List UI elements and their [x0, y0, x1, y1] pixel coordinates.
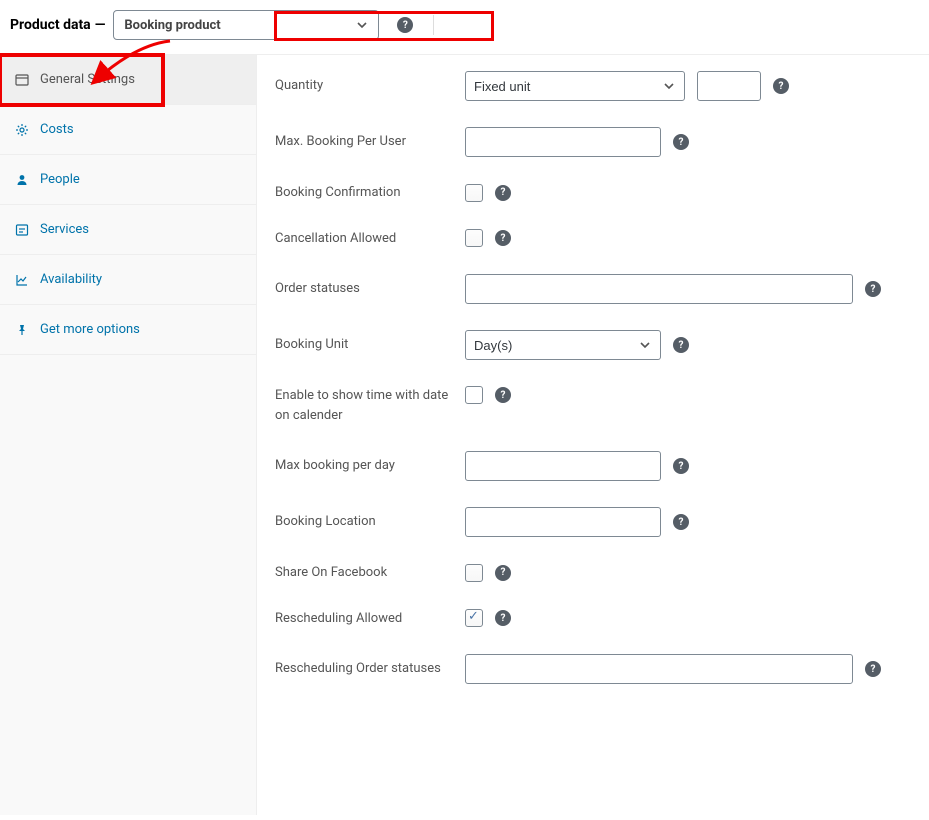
help-icon[interactable]: ?: [673, 337, 689, 353]
rescheduling-order-statuses-input[interactable]: [465, 654, 853, 684]
sidebar-tab-services[interactable]: Services: [0, 205, 256, 255]
order-statuses-label: Order statuses: [275, 279, 451, 299]
sidebar-item-label: Costs: [40, 122, 74, 137]
product-data-label: Product data: [10, 17, 91, 33]
help-icon[interactable]: ?: [865, 281, 881, 297]
cancellation-allowed-checkbox[interactable]: [465, 229, 483, 247]
sidebar-tab-costs[interactable]: Costs: [0, 105, 256, 155]
rescheduling-allowed-label: Rescheduling Allowed: [275, 609, 451, 629]
cancellation-allowed-label: Cancellation Allowed: [275, 229, 451, 249]
rescheduling-allowed-checkbox[interactable]: ✓: [465, 609, 483, 627]
order-statuses-input[interactable]: [465, 274, 853, 304]
sidebar-item-label: Services: [40, 222, 89, 237]
quantity-select[interactable]: Fixed unit: [465, 71, 685, 101]
booking-unit-label: Booking Unit: [275, 335, 451, 355]
share-on-facebook-checkbox[interactable]: [465, 564, 483, 582]
help-icon[interactable]: ?: [495, 565, 511, 581]
max-per-day-input[interactable]: [465, 451, 661, 481]
help-icon[interactable]: ?: [865, 661, 881, 677]
header-divider: [433, 15, 434, 35]
show-time-with-date-checkbox[interactable]: [465, 386, 483, 404]
sidebar-item-label: Get more options: [40, 322, 140, 337]
help-icon[interactable]: ?: [495, 610, 511, 626]
help-icon[interactable]: ?: [673, 134, 689, 150]
sidebar-tab-people[interactable]: People: [0, 155, 256, 205]
sidebar-item-label: People: [40, 172, 80, 187]
share-on-facebook-label: Share On Facebook: [275, 563, 451, 583]
quantity-label: Quantity: [275, 76, 451, 96]
sidebar: General Settings Costs People Services A: [0, 55, 257, 815]
sidebar-tab-general-settings[interactable]: General Settings: [0, 55, 256, 105]
sidebar-tab-availability[interactable]: Availability: [0, 255, 256, 305]
sidebar-tab-get-more-options[interactable]: Get more options: [0, 305, 256, 355]
help-icon[interactable]: ?: [773, 78, 789, 94]
show-time-with-date-label: Enable to show time with date on calende…: [275, 386, 451, 425]
help-icon[interactable]: ?: [495, 387, 511, 403]
max-per-user-label: Max. Booking Per User: [275, 132, 451, 152]
gear-icon: [14, 122, 30, 138]
window-icon: [14, 72, 30, 88]
help-icon[interactable]: ?: [495, 185, 511, 201]
max-per-day-label: Max booking per day: [275, 456, 451, 476]
product-type-value: Booking product: [124, 18, 220, 33]
booking-location-label: Booking Location: [275, 512, 451, 532]
booking-unit-select[interactable]: Day(s): [465, 330, 661, 360]
product-data-dash: —: [95, 17, 106, 33]
chevron-down-icon: [356, 19, 368, 31]
help-icon[interactable]: ?: [673, 458, 689, 474]
booking-confirmation-label: Booking Confirmation: [275, 183, 451, 203]
help-icon[interactable]: ?: [673, 514, 689, 530]
general-settings-form: Quantity Fixed unit ? Max. Booking Per U…: [257, 55, 929, 815]
booking-location-input[interactable]: [465, 507, 661, 537]
product-type-select[interactable]: Booking product: [113, 10, 379, 40]
max-per-user-input[interactable]: [465, 127, 661, 157]
rescheduling-order-statuses-label: Rescheduling Order statuses: [275, 659, 451, 679]
pin-icon: [14, 322, 30, 338]
quantity-input[interactable]: [697, 71, 761, 101]
sidebar-item-label: Availability: [40, 272, 102, 287]
chart-icon: [14, 272, 30, 288]
help-icon[interactable]: ?: [495, 230, 511, 246]
form-icon: [14, 222, 30, 238]
sidebar-item-label: General Settings: [40, 72, 135, 87]
booking-confirmation-checkbox[interactable]: [465, 184, 483, 202]
help-icon[interactable]: ?: [397, 17, 413, 33]
person-icon: [14, 172, 30, 188]
annotation-box-product-type: [274, 11, 494, 41]
